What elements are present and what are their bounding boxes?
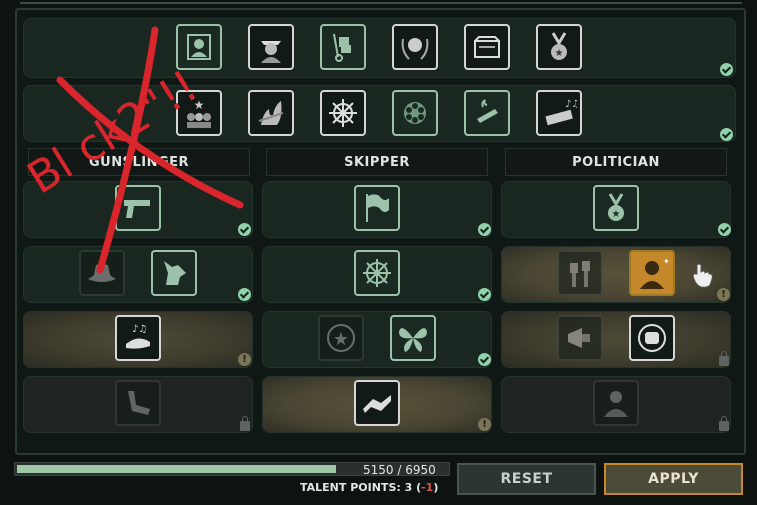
fist-target-icon[interactable] bbox=[629, 315, 675, 361]
megaphone-icon[interactable] bbox=[557, 315, 603, 361]
talent-points-label: TALENT POINTS: 3 bbox=[300, 481, 413, 494]
flag-icon[interactable] bbox=[354, 185, 400, 231]
gunslinger-tier2-check-icon bbox=[238, 288, 251, 301]
revolver-cylinder-icon[interactable] bbox=[392, 90, 438, 136]
gunslinger-tier3-warning-icon: ! bbox=[238, 353, 251, 366]
politician-tier4-lock-icon bbox=[719, 416, 729, 431]
svg-text:★: ★ bbox=[612, 209, 621, 220]
hand-truck-icon[interactable] bbox=[320, 24, 366, 70]
fire-rifle-icon[interactable] bbox=[248, 90, 294, 136]
star-badge-icon[interactable]: ★ bbox=[318, 315, 364, 361]
skipper-tier2-check-icon bbox=[478, 288, 491, 301]
medal-stars-icon[interactable]: ★ bbox=[593, 185, 639, 231]
handshake-icon[interactable] bbox=[354, 380, 400, 426]
gunslinger-tier-2 bbox=[23, 246, 253, 303]
talent-points-delta: -1 bbox=[421, 481, 434, 494]
bust-icon[interactable] bbox=[593, 380, 639, 426]
row2-complete-check-icon bbox=[720, 128, 733, 141]
experience-progress-label: 5150 / 6950 bbox=[363, 463, 436, 477]
pistol-icon[interactable] bbox=[115, 185, 161, 231]
svg-text:★: ★ bbox=[333, 329, 349, 350]
reset-button[interactable]: RESET bbox=[457, 463, 596, 495]
politician-tier-3 bbox=[501, 311, 731, 368]
orator-icon[interactable]: ✦ bbox=[629, 250, 675, 296]
wolf-icon[interactable] bbox=[151, 250, 197, 296]
star-crowd-icon[interactable]: ★ bbox=[176, 90, 222, 136]
gunslinger-tier1-check-icon bbox=[238, 223, 251, 236]
politician-tier3-lock-icon bbox=[719, 351, 729, 366]
skipper-tier4-warning-icon: ! bbox=[478, 418, 491, 431]
svg-text:★: ★ bbox=[555, 48, 564, 59]
apply-button[interactable]: APPLY bbox=[604, 463, 743, 495]
briefcase-icon[interactable] bbox=[464, 24, 510, 70]
raised-fists-icon[interactable] bbox=[557, 250, 603, 296]
svg-text:✦: ✦ bbox=[663, 257, 670, 266]
skipper-tier-3 bbox=[262, 311, 492, 368]
row1-complete-check-icon bbox=[720, 63, 733, 76]
top-edge bbox=[20, 2, 742, 4]
talent-points-delta-close: ) bbox=[433, 481, 439, 494]
wheel-gear-icon[interactable] bbox=[354, 250, 400, 296]
column-header-skipper: SKIPPER bbox=[266, 148, 488, 176]
cap-music-icon[interactable]: ♪♫ bbox=[115, 315, 161, 361]
harmonica-icon[interactable]: ♪♫ bbox=[536, 90, 582, 136]
hand-pointer-icon bbox=[692, 263, 713, 288]
butterfly-icon[interactable] bbox=[390, 315, 436, 361]
politician-tier2-warning-icon: ! bbox=[717, 288, 730, 301]
ship-wheel-icon[interactable] bbox=[320, 90, 366, 136]
talent-row-general-2 bbox=[23, 85, 736, 142]
cigar-icon[interactable] bbox=[464, 90, 510, 136]
politician-tier1-check-icon bbox=[718, 223, 731, 236]
svg-text:★: ★ bbox=[194, 98, 205, 112]
fedora-icon[interactable] bbox=[79, 250, 125, 296]
column-header-gunslinger: GUNSLINGER bbox=[28, 148, 250, 176]
talent-points-text: TALENT POINTS: 3 (-1) bbox=[300, 481, 438, 494]
talent-points-delta-open: ( bbox=[412, 481, 422, 494]
photo-portrait-icon[interactable] bbox=[176, 24, 222, 70]
svg-text:♪♫: ♪♫ bbox=[132, 324, 147, 335]
officer-icon[interactable] bbox=[248, 24, 294, 70]
medal-icon[interactable]: ★ bbox=[536, 24, 582, 70]
gunslinger-tier4-lock-icon bbox=[240, 416, 250, 431]
talent-row-general-1 bbox=[23, 18, 736, 78]
skipper-tier1-check-icon bbox=[478, 223, 491, 236]
handgun-icon[interactable] bbox=[115, 380, 161, 426]
laurel-head-icon[interactable] bbox=[392, 24, 438, 70]
skipper-tier3-check-icon bbox=[478, 353, 491, 366]
column-header-politician: POLITICIAN bbox=[505, 148, 727, 176]
experience-progress-fill bbox=[17, 465, 336, 473]
svg-text:♪♫: ♪♫ bbox=[565, 99, 577, 110]
